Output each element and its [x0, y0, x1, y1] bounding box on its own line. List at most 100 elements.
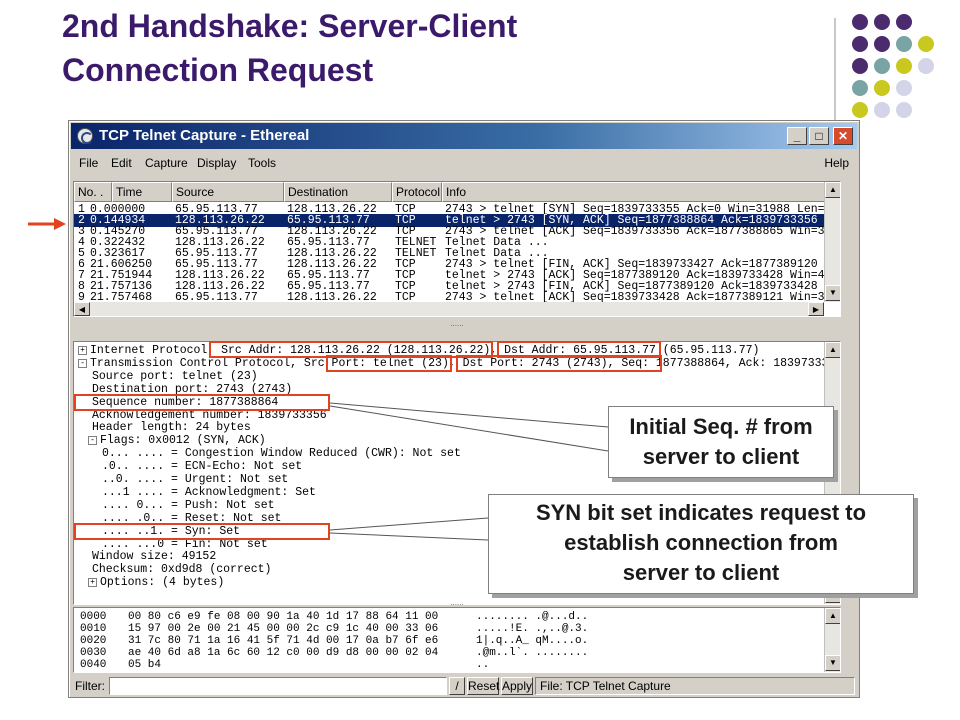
column-header-no[interactable]: No. .: [74, 182, 112, 202]
hex-bytes: 31 7c 80 71 1a 16 41 5f 71 4d 00 17 0a b…: [128, 635, 439, 647]
menu-bar: File Edit Capture Display Tools Help: [71, 151, 857, 175]
hex-dump-pane: 0000 00 80 c6 e9 fe 08 00 90 1a 40 1d 17 …: [73, 607, 841, 673]
tree-item[interactable]: .... 0... = Push: Not set: [102, 499, 275, 512]
tree-item-label: .... 0... = Push: Not set: [102, 498, 275, 512]
menu-help[interactable]: Help: [824, 151, 849, 175]
tree-item[interactable]: Checksum: 0xd9d8 (correct): [92, 563, 271, 576]
red-arrow-icon: [28, 218, 66, 230]
highlight-dst-port: [456, 355, 662, 372]
tree-item[interactable]: ...1 .... = Acknowledgment: Set: [102, 486, 316, 499]
hex-offset: 0030: [80, 647, 107, 659]
column-header-protocol[interactable]: Protocol: [392, 182, 442, 202]
tree-item[interactable]: - Flags: 0x0012 (SYN, ACK): [88, 434, 266, 447]
callout-syn-bit: SYN bit set indicates request to establi…: [488, 494, 914, 594]
menu-capture[interactable]: Capture: [145, 151, 188, 175]
reset-button[interactable]: Reset: [467, 677, 499, 695]
hex-bytes: 15 97 00 2e 00 21 45 00 00 2c c9 1c 40 0…: [128, 623, 439, 635]
menu-edit[interactable]: Edit: [111, 151, 132, 175]
tree-item-label: Header length: 24 bytes: [92, 421, 251, 435]
hex-offset: 0020: [80, 635, 107, 647]
tree-item[interactable]: .0.. .... = ECN-Echo: Not set: [102, 460, 302, 473]
column-header-destination[interactable]: Destination: [284, 182, 392, 202]
menu-tools[interactable]: Tools: [248, 151, 276, 175]
pane-splitter-bottom[interactable]: ......: [73, 599, 841, 607]
scroll-up-icon[interactable]: ▲: [825, 182, 840, 198]
scroll-up-icon[interactable]: ▲: [825, 608, 840, 624]
menu-display[interactable]: Display: [197, 151, 236, 175]
tree-item[interactable]: Window size: 49152: [92, 550, 216, 563]
tree-item-label: Checksum: 0xd9d8 (correct): [92, 563, 272, 577]
tree-item-label: ...1 .... = Acknowledgment: Set: [102, 485, 316, 499]
column-header-time[interactable]: Time: [112, 182, 172, 202]
filter-input[interactable]: [109, 677, 447, 695]
decorative-dot: [852, 58, 868, 74]
tree-item-label: 0... .... = Congestion Window Reduced (C…: [102, 447, 461, 461]
hex-ascii: ........ .@...d..: [476, 611, 589, 623]
scroll-down-icon[interactable]: ▼: [825, 655, 840, 671]
collapse-icon[interactable]: -: [88, 436, 97, 446]
tree-item[interactable]: ..0. .... = Urgent: Not set: [102, 473, 288, 486]
minimize-button[interactable]: _: [787, 127, 807, 145]
scroll-left-icon[interactable]: ◀: [74, 302, 90, 316]
pane-splitter-top[interactable]: ......: [73, 320, 841, 328]
hex-ascii: .....!E. .,..@.3.: [476, 623, 589, 635]
column-header-source[interactable]: Source: [172, 182, 284, 202]
decorative-dot: [896, 80, 912, 96]
callout-seq-line-2: server to client: [642, 444, 800, 469]
decorative-dot: [918, 58, 934, 74]
tree-item[interactable]: + Options: (4 bytes): [88, 576, 224, 589]
callout-seq-line-1: Initial Seq. # from: [629, 414, 813, 439]
window-title: TCP Telnet Capture - Ethereal: [99, 127, 310, 144]
expand-icon[interactable]: +: [78, 346, 87, 355]
expand-icon[interactable]: +: [88, 578, 97, 588]
callout-syn-line-2: establish connection from: [564, 530, 838, 555]
close-button[interactable]: ✕: [833, 127, 853, 145]
packet-list-hscroll[interactable]: ◀ ▶: [74, 302, 824, 316]
collapse-icon[interactable]: -: [78, 358, 87, 368]
slide-title-line-2: Connection Request: [62, 52, 374, 88]
scroll-up-icon[interactable]: ▲: [825, 342, 840, 358]
hex-bytes: 00 80 c6 e9 fe 08 00 90 1a 40 1d 17 88 6…: [128, 611, 439, 623]
decorative-dot: [874, 14, 890, 30]
decorative-dot: [874, 58, 890, 74]
tree-item-label: Flags: 0x0012 (SYN, ACK): [100, 434, 266, 448]
tree-item[interactable]: Source port: telnet (23): [92, 370, 258, 383]
decorative-dot: [896, 14, 912, 30]
apply-button[interactable]: Apply: [501, 677, 533, 695]
column-header-info[interactable]: Info: [442, 182, 826, 202]
highlight-sequence-number: [74, 394, 330, 411]
hex-ascii: ..: [476, 659, 490, 671]
decorative-dot: [852, 14, 868, 30]
window-titlebar[interactable]: TCP Telnet Capture - Ethereal _ □ ✕: [71, 123, 857, 149]
hex-bytes: ae 40 6d a8 1a 6c 60 12 c0 00 d9 d8 00 0…: [128, 647, 439, 659]
decorative-dot: [852, 36, 868, 52]
decorative-dot: [852, 80, 868, 96]
decorative-dot: [852, 102, 868, 118]
slide-title: 2nd Handshake: Server-Client Connection …: [62, 4, 782, 92]
maximize-button[interactable]: □: [809, 127, 829, 145]
callout-initial-seq: Initial Seq. # from server to client: [608, 406, 834, 478]
ethereal-app-icon: [77, 128, 93, 144]
decorative-dot: [874, 36, 890, 52]
slide-title-line-1: 2nd Handshake: Server-Client: [62, 8, 518, 44]
highlight-src-port: [326, 355, 452, 372]
callout-syn-line-3: server to client: [622, 560, 780, 585]
decorative-dot: [896, 58, 912, 74]
hex-offset: 0040: [80, 659, 107, 671]
tree-item[interactable]: Header length: 24 bytes: [92, 421, 251, 434]
hex-offset: 0000: [80, 611, 107, 623]
highlight-syn-flag: [74, 523, 330, 540]
scroll-down-icon[interactable]: ▼: [825, 285, 840, 301]
tree-item[interactable]: 0... .... = Congestion Window Reduced (C…: [102, 447, 461, 460]
filter-bar: Filter: / Reset Apply File: TCP Telnet C…: [71, 675, 857, 697]
menu-file[interactable]: File: [79, 151, 98, 175]
scroll-right-icon[interactable]: ▶: [808, 302, 824, 316]
tree-item-label: ..0. .... = Urgent: Not set: [102, 473, 289, 486]
packet-list-vscroll[interactable]: ▲ ▼: [824, 182, 840, 302]
filter-label: Filter:: [75, 679, 105, 693]
hex-offset: 0010: [80, 623, 107, 635]
tree-item-label: Source port: telnet (23): [92, 369, 258, 383]
filter-clear-button[interactable]: /: [449, 677, 465, 695]
hex-ascii: 1|.q..A_ qM....o.: [476, 635, 589, 647]
hex-vscroll[interactable]: ▲ ▼: [824, 608, 840, 672]
